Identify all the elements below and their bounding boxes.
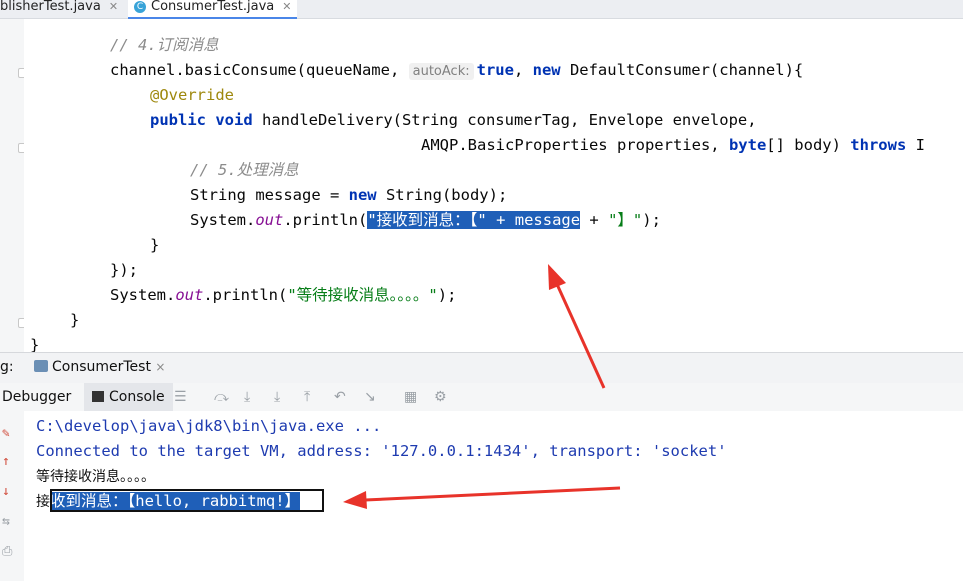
debug-toolbar: Debugger Console ☰ ⤼ ⤓ ⤓ ⤒ ↶ ↘ ▦ ⚙ [0,383,963,411]
tab-label: blisherTest.java [0,0,101,14]
code-line: channel.basicConsume(queueName, autoAck:… [110,61,804,80]
step-over-icon[interactable]: ⤼ [214,389,229,405]
close-icon[interactable]: ✕ [109,0,118,13]
tab-consumer-test[interactable]: C ConsumerTest.java ✕ [128,0,298,19]
run-panel-header: g: ConsumerTest × [0,352,963,385]
code-line: public void handleDelivery(String consum… [150,111,757,129]
code-line: } [30,336,40,352]
code-line: AMQP.BasicProperties properties, byte[] … [421,136,925,154]
console-line: 等待接收消息。。。。 [36,469,155,485]
step-into-icon[interactable]: ⤓ [244,389,250,405]
param-hint: autoAck: [408,63,474,80]
text-selection: 收到消息：【hello, rabbitmq!】 [50,492,301,510]
console-side-toolbar: ✎ ↑ ↓ ⇆ ⎙ [0,411,24,581]
print-icon[interactable]: ⎙ [2,545,12,559]
menu-icon[interactable]: ☰ [174,389,187,405]
class-icon: C [134,1,146,13]
tab-console[interactable]: Console [84,383,173,411]
force-step-into-icon[interactable]: ⤓ [274,389,280,405]
code-line: } [70,311,80,329]
editor-tab-bar: blisherTest.java ✕ C ConsumerTest.java ✕ [0,0,963,19]
code-line: // 5.处理消息 [190,161,299,179]
code-editor[interactable]: // 4.订阅消息 channel.basicConsume(queueName… [24,19,963,352]
drop-frame-icon[interactable]: ↶ [334,389,346,405]
code-line: @Override [150,86,234,104]
stop-icon[interactable]: ✎ [2,427,10,441]
tab-publisher-test[interactable]: blisherTest.java ✕ [0,0,118,18]
run-to-cursor-icon[interactable]: ↘ [364,389,376,405]
wrap-icon[interactable]: ⇆ [2,515,10,529]
settings-icon[interactable]: ⚙ [434,389,447,405]
code-line: String message = new String(body); [190,186,508,204]
console-line: C:\develop\java\jdk8\bin\java.exe ... [36,417,382,435]
tab-label: ConsumerTest.java [151,0,275,14]
console-line-selected: 接收到消息：【hello, rabbitmq!】 [36,492,301,510]
tab-debugger[interactable]: Debugger [2,389,71,405]
console-line: Connected to the target VM, address: '12… [36,442,727,460]
step-out-icon[interactable]: ⤒ [304,389,310,405]
text-selection: "接收到消息：【" + message [367,211,581,229]
down-arrow-icon[interactable]: ↓ [2,485,10,499]
console-output[interactable]: C:\develop\java\jdk8\bin\java.exe ... Co… [24,411,963,581]
code-line: } [150,236,160,254]
code-line-selected: System.out.println("接收到消息：【" + message +… [190,211,661,229]
run-tab-consumer-test[interactable]: ConsumerTest × [19,359,181,385]
run-config-icon [34,360,48,372]
code-line: // 4.订阅消息 [110,36,219,54]
run-panel-label: g: [0,359,14,375]
close-icon[interactable]: × [155,360,165,374]
code-line: }); [110,261,138,279]
evaluate-icon[interactable]: ▦ [404,389,417,405]
editor-gutter [0,19,28,352]
console-icon [92,391,104,402]
close-icon[interactable]: ✕ [282,0,291,13]
code-line: System.out.println("等待接收消息。。。。"); [110,286,457,304]
up-arrow-icon[interactable]: ↑ [2,455,10,469]
